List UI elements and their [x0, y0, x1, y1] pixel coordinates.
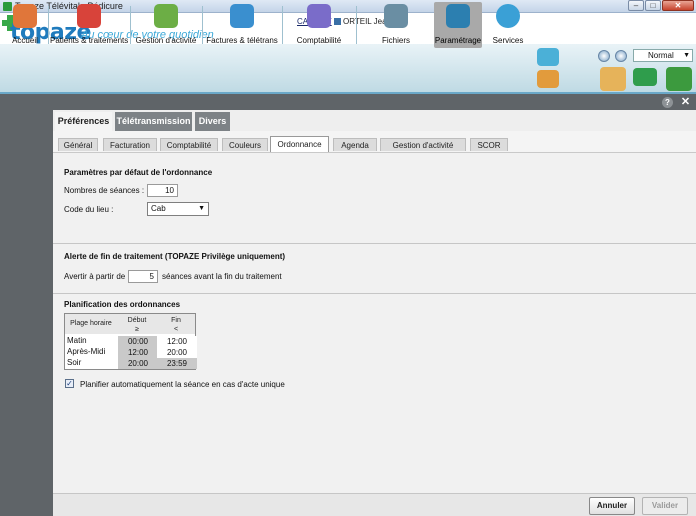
- subtab-comptabilite[interactable]: Comptabilité: [160, 138, 218, 151]
- vitale-card-icon[interactable]: [633, 68, 657, 86]
- subtab-scor[interactable]: SCOR: [470, 138, 508, 151]
- chevron-down-icon: ▼: [198, 205, 205, 212]
- seances-input[interactable]: 10: [147, 184, 178, 197]
- alerte-prefix: Avertir à partir de: [64, 272, 126, 281]
- toolbar-factures[interactable]: Factures & télétrans: [204, 2, 280, 48]
- col-fin: Fin <: [157, 314, 195, 334]
- auto-planifier-checkbox[interactable]: ✓: [65, 379, 74, 388]
- lieu-select-value: Cab: [151, 204, 166, 213]
- toolbar-label: Services: [492, 36, 524, 45]
- seances-label: Nombres de séances :: [64, 186, 145, 195]
- toolbar-label: Gestion d'activité: [135, 36, 197, 45]
- cancel-button[interactable]: Annuler: [589, 497, 635, 515]
- subtab-general[interactable]: Général: [58, 138, 98, 151]
- toolbar-label: Patients & traitements: [50, 36, 129, 45]
- chevron-down-icon: ▼: [683, 52, 690, 59]
- subtab-couleurs[interactable]: Couleurs: [222, 138, 268, 151]
- tab-teletransmission[interactable]: Télétransmission: [115, 112, 192, 131]
- toolbar-separator: [356, 6, 357, 44]
- tab-preferences[interactable]: Préférences: [55, 112, 112, 131]
- subtab-facturation[interactable]: Facturation: [103, 138, 157, 151]
- tab-divers[interactable]: Divers: [195, 112, 230, 131]
- col-fin-label: Fin: [171, 317, 181, 324]
- alerte-suffix: séances avant la fin du traitement: [162, 272, 282, 281]
- planification-section-title: Planification des ordonnances: [64, 300, 181, 309]
- row-apres-midi-label: Après-Midi: [67, 347, 106, 356]
- toolbar-fichiers[interactable]: Fichiers: [366, 2, 426, 48]
- row-matin-debut[interactable]: 00:00: [118, 336, 158, 347]
- close-icon[interactable]: ✕: [680, 97, 691, 108]
- toolbar-separator: [282, 6, 283, 44]
- patients-icon: [77, 4, 101, 28]
- toolbar-label: Comptabilité: [296, 36, 342, 45]
- minimize-button[interactable]: –: [628, 0, 644, 11]
- toolbar-separator: [202, 6, 203, 44]
- alerte-input[interactable]: 5: [128, 270, 158, 283]
- globe-icon: [496, 4, 520, 28]
- calculator-icon[interactable]: [666, 67, 692, 91]
- col-debut-label: Début: [127, 317, 147, 324]
- zoom-select-value: Normal: [648, 51, 674, 60]
- subtab-agenda[interactable]: Agenda: [333, 138, 377, 151]
- lieu-label: Code du lieu :: [64, 205, 114, 214]
- invoices-icon: [230, 4, 254, 28]
- divider: [53, 243, 696, 244]
- row-matin-fin[interactable]: 12:00: [157, 336, 197, 347]
- toolbar-gestion-activite[interactable]: Gestion d'activité: [132, 2, 200, 48]
- subtab-ordonnance[interactable]: Ordonnance: [270, 136, 329, 152]
- toolbar-separator: [130, 6, 131, 44]
- toolbar-label: Accueil: [12, 36, 38, 45]
- validate-button[interactable]: Valider: [642, 497, 688, 515]
- doctor-icon[interactable]: [600, 67, 626, 91]
- row-apres-midi-debut[interactable]: 12:00: [118, 347, 158, 358]
- house-icon: [13, 4, 37, 28]
- files-icon: [384, 4, 408, 28]
- help-icon[interactable]: ?: [662, 97, 673, 108]
- toolbar-label: Paramétrage: [434, 36, 482, 45]
- alerte-section-title: Alerte de fin de traitement (TOPAZE Priv…: [64, 252, 286, 261]
- back-circle-icon[interactable]: [598, 50, 610, 62]
- toolbar-services[interactable]: Services: [486, 2, 530, 48]
- row-soir-label: Soir: [67, 358, 82, 367]
- ordonnance-section-title: Paramètres par défaut de l'ordonnance: [64, 168, 213, 177]
- accounting-icon: [307, 4, 331, 28]
- col-debut: Début ≥: [117, 314, 157, 334]
- row-soir-fin[interactable]: 23:59: [157, 358, 197, 369]
- toolbar-comptabilite[interactable]: Comptabilité: [284, 2, 354, 48]
- planification-table: Plage horaire Début ≥ Fin < Matin 00:00 …: [64, 313, 197, 370]
- toolbar-label: Fichiers: [381, 36, 410, 45]
- main-toolbar: [0, 44, 696, 94]
- auto-planifier-label: Planifier automatiquement la séance en c…: [80, 380, 285, 389]
- col-plage-horaire: Plage horaire: [65, 314, 117, 334]
- col-fin-operator: <: [173, 326, 179, 333]
- divider: [53, 293, 696, 294]
- agenda-icon[interactable]: [537, 48, 559, 66]
- toolbar-parametrage[interactable]: Paramétrage: [434, 2, 482, 48]
- close-window-button[interactable]: ✕: [662, 0, 694, 11]
- activity-icon: [154, 4, 178, 28]
- forward-circle-icon[interactable]: [615, 50, 627, 62]
- row-soir-debut[interactable]: 20:00: [118, 358, 158, 369]
- toolbar-separator: [48, 6, 49, 44]
- subtab-gestion-activite[interactable]: Gestion d'activité: [380, 138, 466, 151]
- toolbar-patients[interactable]: Patients & traitements: [50, 2, 128, 48]
- zoom-select[interactable]: Normal ▼: [633, 49, 693, 62]
- toolbar-label: Factures & télétrans: [206, 36, 278, 45]
- pen-icon[interactable]: [537, 70, 559, 88]
- maximize-button[interactable]: □: [645, 0, 661, 11]
- settings-gears-icon: [446, 4, 470, 28]
- toolbar-accueil[interactable]: Accueil: [2, 2, 48, 48]
- lieu-select[interactable]: Cab ▼: [147, 202, 209, 216]
- row-apres-midi-fin[interactable]: 20:00: [157, 347, 197, 358]
- col-debut-operator: ≥: [135, 326, 139, 333]
- row-matin-label: Matin: [67, 336, 87, 345]
